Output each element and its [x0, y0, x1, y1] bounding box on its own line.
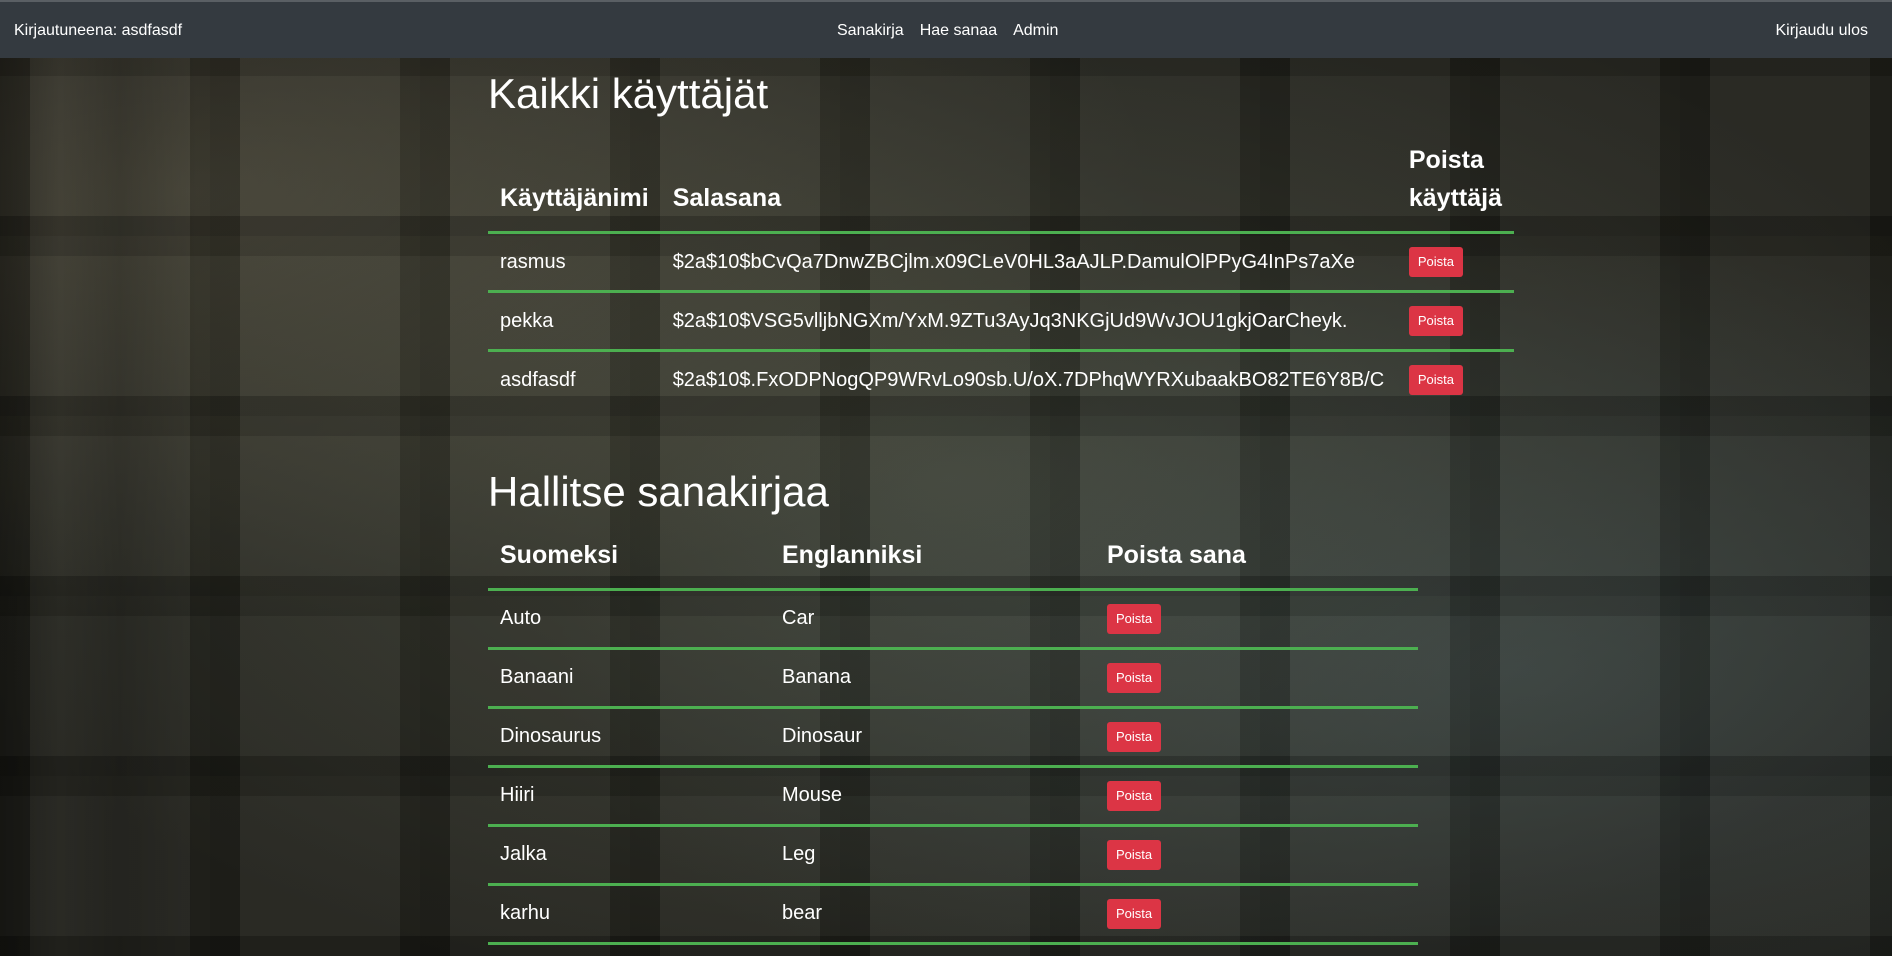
delete-cell: Poista — [1095, 707, 1418, 768]
logout-link[interactable]: Kirjaudu ulos — [1776, 22, 1869, 40]
english-word-cell: Dinosaur — [770, 707, 1095, 768]
delete-user-button[interactable]: Poista — [1408, 247, 1464, 278]
header-delete-user: Poista käyttäjä — [1396, 133, 1514, 235]
table-row: rasmus $2a$10$bCvQa7DnwZBCjlm.x09CLeV0HL… — [488, 232, 1514, 294]
top-navbar: Kirjautuneena: asdfasdf Sanakirja Hae sa… — [0, 0, 1892, 58]
nav-link-admin[interactable]: Admin — [1013, 22, 1058, 40]
header-password: Salasana — [660, 133, 1397, 235]
password-hash-cell: $2a$10$.FxODPNogQP9WRvLo90sb.U/oX.7DPhqW… — [672, 368, 1385, 391]
delete-cell: Poista — [1095, 825, 1418, 886]
delete-word-button[interactable]: Poista — [1107, 839, 1162, 870]
table-row: Hiiri Mouse Poista — [488, 766, 1418, 827]
header-english: Englanniksi — [770, 525, 1095, 591]
english-word-cell: Leg — [770, 825, 1095, 886]
delete-cell: Poista — [1095, 648, 1418, 709]
delete-cell: Poista — [1396, 291, 1514, 353]
table-row: Dinosaurus Dinosaur Poista — [488, 707, 1418, 768]
nav-link-search-word[interactable]: Hae sanaa — [920, 22, 997, 40]
table-row: Jalka Leg Poista — [488, 825, 1418, 886]
delete-word-button[interactable]: Poista — [1107, 898, 1162, 929]
password-hash-cell: $2a$10$bCvQa7DnwZBCjlm.x09CLeV0HL3aAJLP.… — [660, 232, 1397, 294]
header-finnish: Suomeksi — [488, 525, 770, 591]
delete-user-button[interactable]: Poista — [1408, 306, 1464, 337]
table-row: Auto Car Poista — [488, 589, 1418, 650]
header-delete-user-line2: käyttäjä — [1408, 184, 1502, 213]
delete-word-button[interactable]: Poista — [1107, 780, 1162, 811]
main-content: Kaikki käyttäjät Käyttäjänimi Salasana P… — [488, 58, 1518, 945]
finnish-word-cell: Jalka — [488, 825, 770, 886]
header-username: Käyttäjänimi — [488, 133, 661, 235]
dictionary-table: Suomeksi Englanniksi Poista sana Auto Ca… — [488, 525, 1418, 945]
delete-cell: Poista — [1095, 766, 1418, 827]
users-section-title: Kaikki käyttäjät — [488, 70, 769, 117]
finnish-word-cell: Dinosaurus — [488, 707, 770, 768]
header-delete-word: Poista sana — [1095, 525, 1418, 591]
english-word-cell: Mouse — [770, 766, 1095, 827]
english-word-cell: Car — [770, 589, 1095, 650]
table-row: karhu bear Poista — [488, 884, 1418, 945]
username-cell: rasmus — [488, 232, 661, 294]
logged-in-user-label: Kirjautuneena: asdfasdf — [14, 22, 183, 39]
table-row: pekka $2a$10$VSG5vlljbNGXm/YxM.9ZTu3AyJq… — [488, 291, 1514, 353]
delete-word-button[interactable]: Poista — [1107, 662, 1162, 693]
finnish-word-cell: Banaani — [488, 648, 770, 709]
delete-word-button[interactable]: Poista — [1107, 603, 1162, 634]
delete-cell: Poista — [1095, 589, 1418, 650]
username-cell: pekka — [488, 291, 661, 353]
users-table: Käyttäjänimi Salasana Poista käyttäjä ra… — [488, 133, 1514, 408]
english-word-cell: bear — [770, 884, 1095, 945]
delete-cell: Poista — [1397, 351, 1514, 409]
nav-links: Sanakirja Hae sanaa Admin — [837, 22, 1058, 40]
finnish-word-cell: karhu — [488, 884, 770, 945]
delete-cell: Poista — [1396, 232, 1514, 294]
english-word-cell: Banana — [770, 648, 1095, 709]
delete-word-button[interactable]: Poista — [1107, 721, 1162, 752]
users-table-header-row: Käyttäjänimi Salasana Poista käyttäjä — [488, 133, 1514, 235]
dictionary-table-header-row: Suomeksi Englanniksi Poista sana — [488, 525, 1418, 591]
delete-user-button[interactable]: Poista — [1408, 365, 1464, 396]
username-cell: asdfasdf — [500, 368, 576, 391]
table-row: Banaani Banana Poista — [488, 648, 1418, 709]
password-hash-cell: $2a$10$VSG5vlljbNGXm/YxM.9ZTu3AyJq3NKGjU… — [660, 291, 1397, 353]
table-row: asdfasdf $2a$10$.FxODPNogQP9WRvLo90sb.U/… — [488, 351, 1514, 409]
finnish-word-cell: Hiiri — [488, 766, 770, 827]
delete-cell: Poista — [1095, 884, 1418, 945]
header-delete-user-line1: Poista — [1408, 146, 1484, 175]
finnish-word-cell: Auto — [488, 589, 770, 650]
nav-link-dictionary[interactable]: Sanakirja — [837, 22, 904, 40]
dictionary-section-title: Hallitse sanakirjaa — [488, 468, 829, 516]
